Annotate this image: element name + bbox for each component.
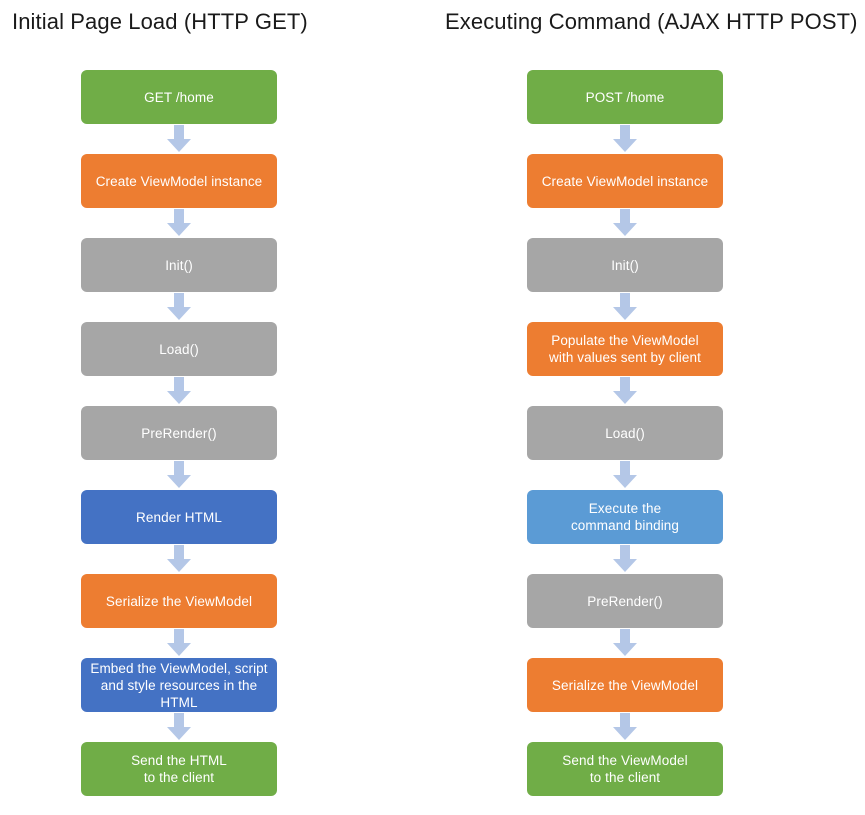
flow-node[interactable]: Load() — [81, 322, 277, 376]
flow-connector — [81, 208, 277, 238]
flow-column-executing-command: Executing Command (AJAX HTTP POST) POST … — [433, 0, 865, 815]
flow-node[interactable]: Send the ViewModel to the client — [527, 742, 723, 796]
flow-node-label: Render HTML — [136, 509, 222, 525]
flow-node[interactable]: Load() — [527, 406, 723, 460]
flow-node-label: Create ViewModel instance — [541, 173, 709, 189]
flow-node-label: PreRender() — [587, 593, 663, 609]
flow-node-label: Init() — [611, 257, 639, 273]
flow-node-label: Init() — [165, 257, 193, 273]
down-arrow-icon — [613, 125, 637, 152]
flow-node[interactable]: POST /home — [527, 70, 723, 124]
flow-connector — [81, 460, 277, 490]
flow-connector — [527, 376, 723, 406]
flow-node[interactable]: Render HTML — [81, 490, 277, 544]
flow-connector — [527, 460, 723, 490]
flow-connector — [527, 712, 723, 742]
down-arrow-icon — [613, 209, 637, 236]
down-arrow-icon — [613, 713, 637, 740]
flow-node-label: Load() — [159, 341, 199, 357]
down-arrow-icon — [613, 629, 637, 656]
flow-node-label: Populate the ViewModel with values sent … — [549, 333, 701, 365]
flow-node-label: Execute the command binding — [570, 501, 680, 533]
flow-connector — [81, 292, 277, 322]
flow-node[interactable]: Send the HTML to the client — [81, 742, 277, 796]
down-arrow-icon — [167, 125, 191, 152]
flow-connector — [81, 712, 277, 742]
column-title-executing-command: Executing Command (AJAX HTTP POST) — [445, 9, 858, 34]
flow-node[interactable]: Populate the ViewModel with values sent … — [527, 322, 723, 376]
flow-node-label: Create ViewModel instance — [95, 173, 263, 189]
flow-node[interactable]: GET /home — [81, 70, 277, 124]
down-arrow-icon — [167, 377, 191, 404]
flow-node[interactable]: Create ViewModel instance — [527, 154, 723, 208]
down-arrow-icon — [167, 209, 191, 236]
flow-connector — [527, 208, 723, 238]
down-arrow-icon — [613, 293, 637, 320]
flow-node-label: Serialize the ViewModel — [551, 677, 699, 693]
flow-node-label: POST /home — [585, 89, 665, 105]
flow-node[interactable]: Execute the command binding — [527, 490, 723, 544]
down-arrow-icon — [167, 293, 191, 320]
down-arrow-icon — [613, 545, 637, 572]
down-arrow-icon — [167, 713, 191, 740]
column-title-initial-page-load: Initial Page Load (HTTP GET) — [12, 9, 308, 34]
flow-node-label: Load() — [605, 425, 645, 441]
down-arrow-icon — [167, 545, 191, 572]
flow-node-label: PreRender() — [141, 425, 217, 441]
flow-node-label: Send the HTML to the client — [131, 753, 227, 785]
flow-node[interactable]: Embed the ViewModel, script and style re… — [81, 658, 277, 712]
down-arrow-icon — [167, 461, 191, 488]
flow-node[interactable]: Serialize the ViewModel — [81, 574, 277, 628]
flow-node-label: Send the ViewModel to the client — [562, 753, 688, 785]
flowchart-diagram: Initial Page Load (HTTP GET) GET /home Cr… — [0, 0, 865, 815]
flow-connector — [81, 544, 277, 574]
flow-node[interactable]: PreRender() — [527, 574, 723, 628]
down-arrow-icon — [167, 629, 191, 656]
down-arrow-icon — [613, 461, 637, 488]
flow-steps-initial-page-load: GET /home Create ViewModel instance Init()… — [81, 70, 277, 796]
flow-node[interactable]: Create ViewModel instance — [81, 154, 277, 208]
down-arrow-icon — [613, 377, 637, 404]
flow-node-label: GET /home — [144, 89, 214, 105]
flow-connector — [81, 124, 277, 154]
flow-node-label: Serialize the ViewModel — [105, 593, 253, 609]
flow-node[interactable]: PreRender() — [81, 406, 277, 460]
flow-connector — [527, 124, 723, 154]
flow-column-initial-page-load: Initial Page Load (HTTP GET) GET /home Cr… — [0, 0, 432, 815]
flow-node-label: Embed the ViewModel, script and style re… — [90, 660, 268, 710]
flow-steps-executing-command: POST /home Create ViewModel instance Init(… — [527, 70, 723, 796]
flow-connector — [527, 544, 723, 574]
flow-connector — [81, 628, 277, 658]
flow-connector — [527, 292, 723, 322]
flow-connector — [527, 628, 723, 658]
flow-node[interactable]: Init() — [527, 238, 723, 292]
flow-node[interactable]: Init() — [81, 238, 277, 292]
flow-node[interactable]: Serialize the ViewModel — [527, 658, 723, 712]
flow-connector — [81, 376, 277, 406]
